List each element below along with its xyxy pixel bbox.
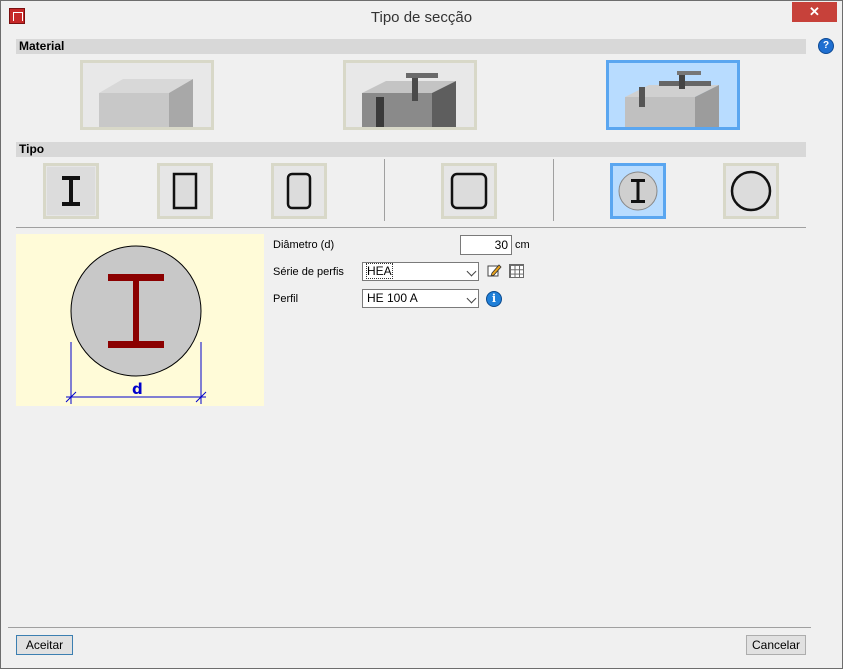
diametro-unit: cm [515,239,530,251]
material-concrete-button[interactable] [80,60,214,130]
tipo-separator-1 [384,159,385,221]
circle-with-i-icon [618,171,658,211]
perfil-label: Perfil [273,293,299,305]
title-bar: Tipo de secção ✕ [1,1,842,33]
chevron-down-icon [466,266,477,277]
serie-select[interactable]: HEA [362,262,479,281]
serie-value: HEA [366,263,393,279]
tipo-circle-with-i-button[interactable] [610,163,666,219]
tipo-divider [16,227,806,228]
diametro-label: Diâmetro (d) [273,239,335,251]
window-title: Tipo de secção [370,9,473,26]
tipo-separator-2 [553,159,554,221]
material-steel-button[interactable] [343,60,477,130]
perfil-select[interactable]: HE 100 A [362,289,479,308]
section-drawing: d [65,245,207,404]
chevron-down-icon [466,293,477,304]
tipo-i-profile-button[interactable] [43,163,99,219]
material-header: Material [16,39,806,54]
footer-separator [8,627,811,628]
dialog-window: Tipo de secção ✕ ? Material Tipo d Diâme… [0,0,843,669]
dimension-label: d [132,380,143,398]
composite-section-icon [625,71,719,127]
tipo-circle-button[interactable] [723,163,779,219]
close-button[interactable]: ✕ [792,2,837,22]
right-panel [811,33,842,667]
tipo-square-tube-button[interactable] [441,163,497,219]
diametro-input[interactable]: 30 [460,235,512,255]
rect-tube-icon [172,172,198,210]
accept-button[interactable]: Aceitar [16,635,73,655]
circle-icon [730,170,772,212]
info-icon[interactable]: i [486,291,502,307]
square-tube-icon [450,172,488,210]
material-composite-button[interactable] [606,60,740,130]
perfil-value: HE 100 A [367,291,418,305]
cancel-button[interactable]: Cancelar [746,635,806,655]
concrete-block-icon [99,79,193,127]
help-icon[interactable]: ? [818,38,834,54]
tipo-rect-tube-button[interactable] [157,163,213,219]
table-grid-icon[interactable] [509,264,524,278]
tipo-rounded-rect-tube-button[interactable] [271,163,327,219]
i-profile-icon [47,167,95,215]
tipo-header: Tipo [16,142,806,157]
steel-beam-icon [362,73,456,127]
section-preview: d [16,234,264,406]
rounded-rect-tube-icon [286,172,312,210]
serie-label: Série de perfis [273,266,344,278]
edit-pencil-icon[interactable] [487,263,502,278]
